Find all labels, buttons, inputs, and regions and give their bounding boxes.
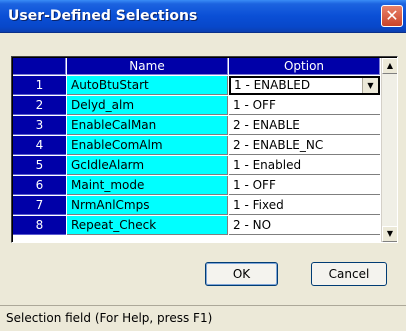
title-bar[interactable]: User-Defined Selections ✕ [0, 0, 406, 33]
row-option-cell[interactable]: 1 - Enabled [229, 156, 380, 175]
grid-corner-header [13, 58, 66, 75]
row-number[interactable]: 5 [13, 156, 66, 175]
cancel-button[interactable]: Cancel [311, 262, 387, 286]
row-number[interactable]: 4 [13, 136, 66, 155]
row-option-cell[interactable]: 1 - OFF [229, 96, 380, 115]
option-value: 1 - ENABLED [234, 78, 311, 92]
row-option-cell[interactable]: 1 - Fixed [229, 196, 380, 215]
row-name-cell[interactable]: EnableComAlm [67, 136, 228, 155]
status-text: Selection field (For Help, press F1) [6, 311, 213, 325]
row-name-cell[interactable]: Repeat_Check [67, 216, 228, 235]
row-name-cell[interactable]: EnableCalMan [67, 116, 228, 135]
column-header-option-label: Option [283, 59, 325, 73]
row-name-cell[interactable]: Delyd_alm [67, 96, 228, 115]
row-number[interactable]: 8 [13, 216, 66, 235]
chevron-down-icon[interactable]: ▼ [362, 78, 378, 93]
row-number[interactable]: 2 [13, 96, 66, 115]
row-name-cell[interactable]: AutoBtuStart [67, 76, 228, 95]
row-name-cell[interactable]: NrmAnlCmps [67, 196, 228, 215]
selections-grid[interactable]: Name Option 1 AutoBtuStart 1 - ENABLED ▼… [11, 56, 398, 243]
row-option-cell[interactable]: 2 - NO [229, 216, 380, 235]
close-button[interactable]: ✕ [381, 5, 403, 27]
close-icon: ✕ [385, 6, 399, 25]
row-number[interactable]: 3 [13, 116, 66, 135]
column-header-option[interactable]: Option [229, 58, 380, 75]
row-option-cell[interactable]: 1 - OFF [229, 176, 380, 195]
scroll-down-button[interactable]: ▼ [382, 226, 397, 242]
row-name-cell[interactable]: Maint_mode [67, 176, 228, 195]
row-name-cell[interactable]: GcIdleAlarm [67, 156, 228, 175]
status-bar: Selection field (For Help, press F1) [0, 305, 406, 331]
row-option-cell[interactable]: 2 - ENABLE [229, 116, 380, 135]
option-dropdown[interactable]: 1 - ENABLED ▼ [229, 76, 380, 95]
row-option-cell[interactable]: 2 - ENABLE_NC [229, 136, 380, 155]
column-header-name[interactable]: Name [67, 58, 228, 75]
arrow-down-icon: ▼ [386, 229, 394, 238]
row-number[interactable]: 6 [13, 176, 66, 195]
ok-button[interactable]: OK [205, 262, 278, 286]
arrow-up-icon: ▲ [386, 61, 394, 70]
window-title: User-Defined Selections [8, 8, 198, 24]
column-header-name-label: Name [129, 59, 165, 73]
vertical-scrollbar[interactable]: ▲ ▼ [381, 58, 397, 242]
row-number[interactable]: 7 [13, 196, 66, 215]
row-number[interactable]: 1 [13, 76, 66, 95]
scroll-up-button[interactable]: ▲ [382, 58, 397, 74]
